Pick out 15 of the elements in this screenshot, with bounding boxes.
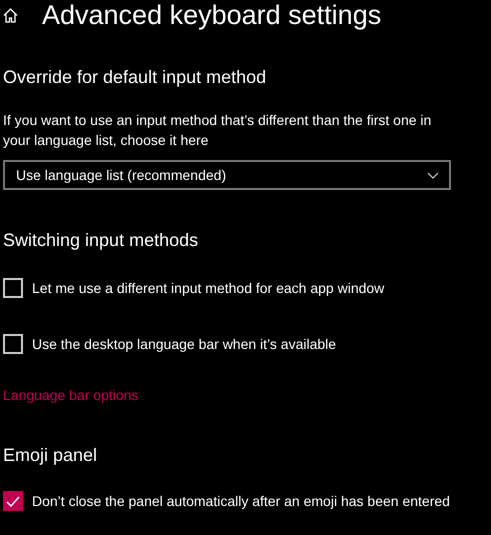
chevron-down-icon [427,172,439,178]
checkbox-label: Don’t close the panel automatically after an emoji has been entered [32,493,450,509]
checkbox[interactable] [3,334,23,354]
checkbox-label: Use the desktop language bar when it’s available [32,336,336,352]
input-method-dropdown[interactable]: Use language list (recommended) [3,160,451,190]
check-icon [6,496,20,506]
description-text: If you want to use an input method that’s different than the first one in your language list, choose it here [3,111,432,150]
page-title: Advanced keyboard settings [42,0,382,30]
section-heading: Emoji panel [3,444,98,467]
home-icon[interactable] [3,8,18,22]
section-heading: Override for default input method [3,66,266,89]
section-heading: Switching input methods [3,229,198,252]
checkbox-label: Let me use a different input method for each app window [32,280,384,296]
checkbox[interactable] [3,278,23,298]
checkbox[interactable] [3,491,23,511]
